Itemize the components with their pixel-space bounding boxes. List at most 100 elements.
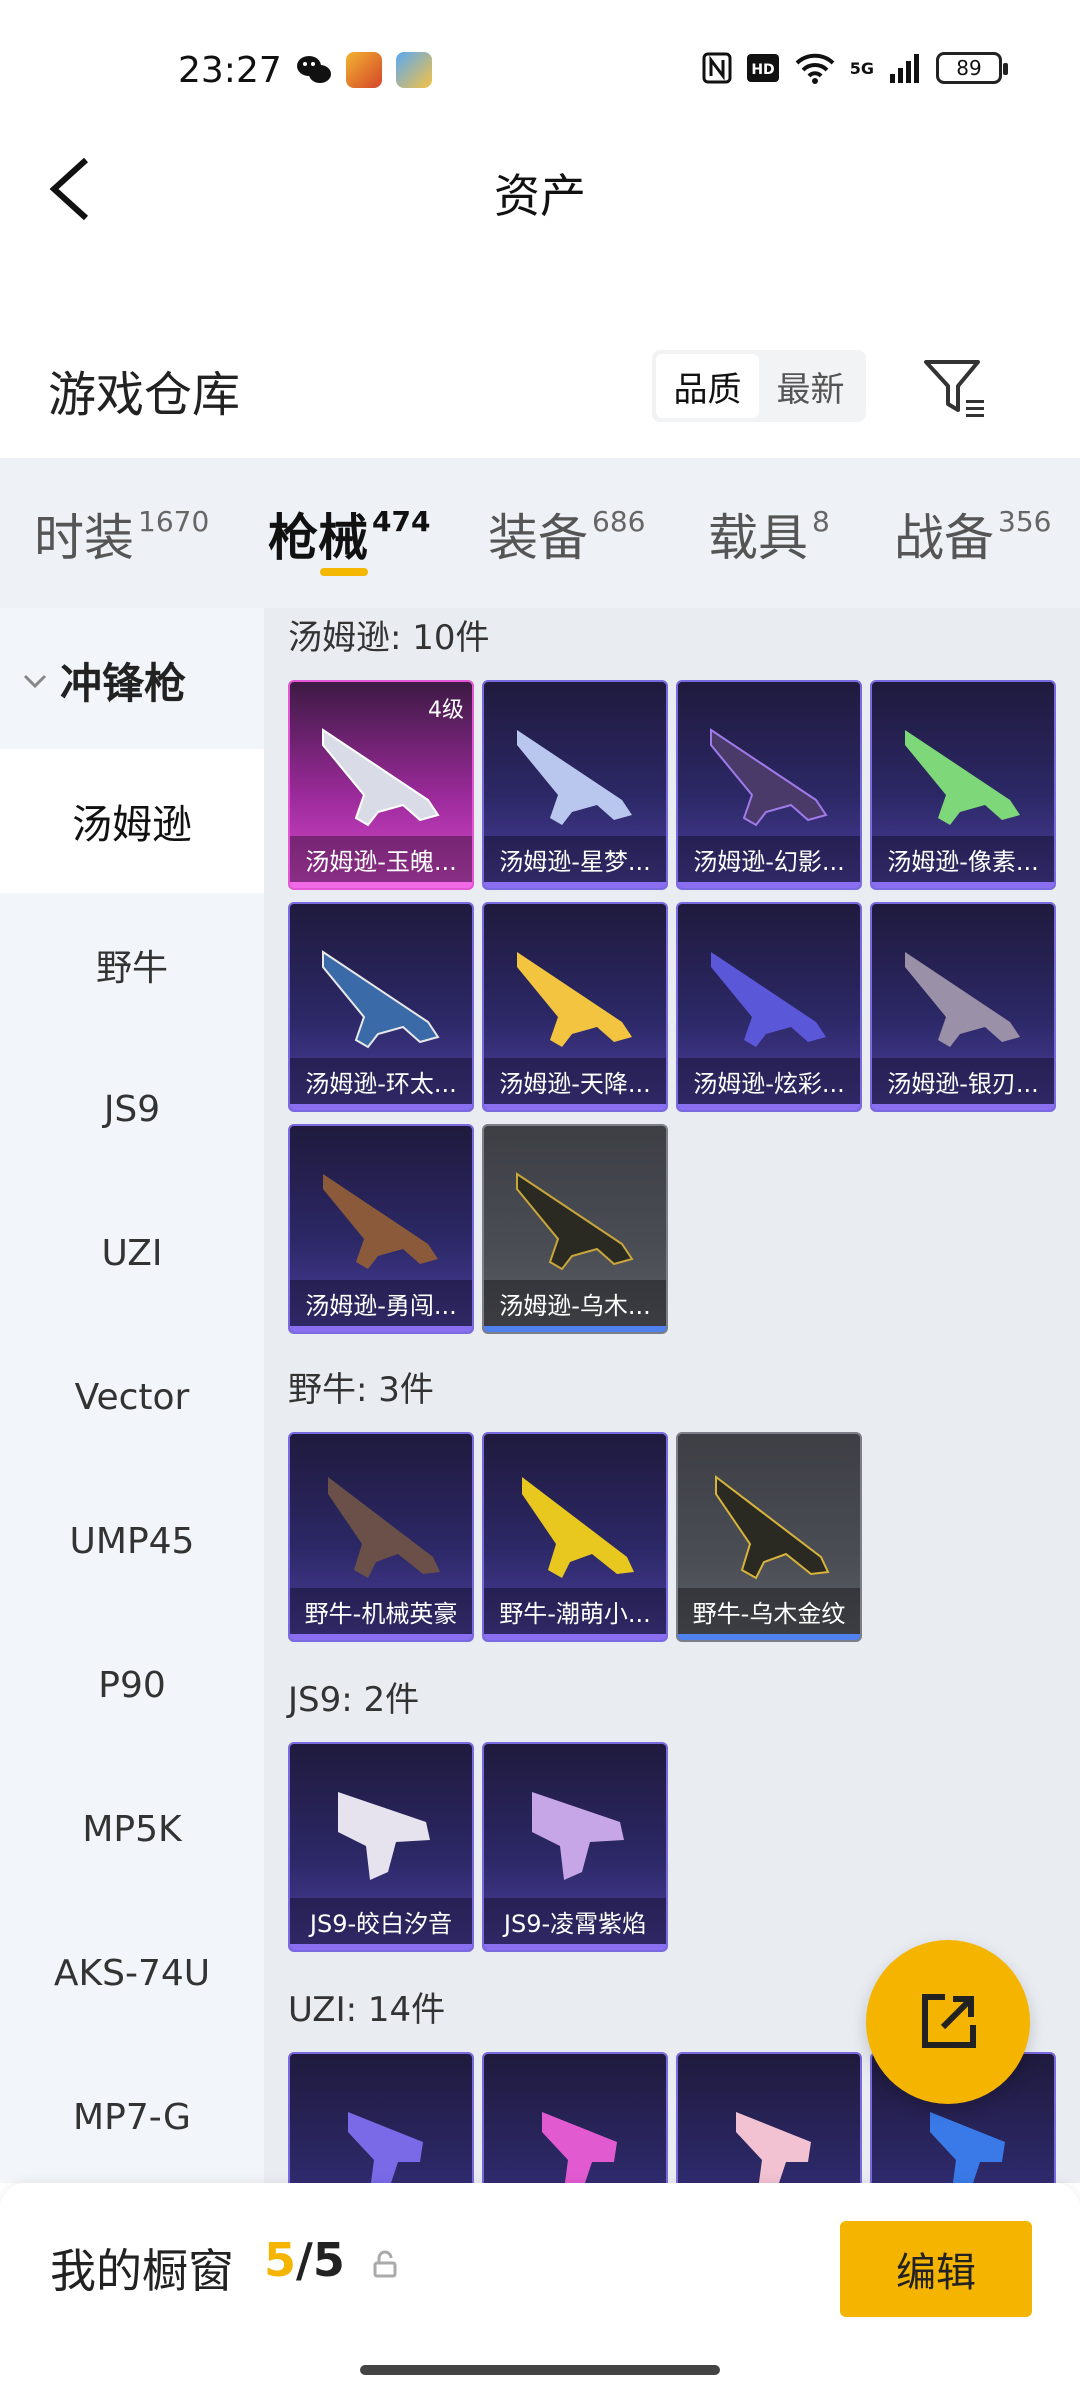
item-label: JS9-皎白汐音: [290, 1898, 472, 1944]
group-title-bizon: 野牛: 3件: [288, 1370, 434, 1410]
level-badge: 4级: [428, 698, 464, 723]
weapon-skin-icon: [517, 730, 632, 825]
sidebar-item-js9[interactable]: JS9: [0, 1037, 264, 1181]
showcase-count: 5/5: [264, 2233, 345, 2287]
item-label: 汤姆逊-乌木...: [484, 1280, 666, 1326]
sidebar-item-ump45[interactable]: UMP45: [0, 1469, 264, 1613]
item-card[interactable]: 汤姆逊-像素...: [870, 680, 1056, 890]
sidebar-item-p90[interactable]: P90: [0, 1613, 264, 1757]
item-label: 汤姆逊-像素...: [872, 836, 1054, 882]
wechat-icon: [297, 56, 331, 83]
sidebar-item-uzi[interactable]: UZI: [0, 1181, 264, 1325]
item-label: 汤姆逊-环太...: [290, 1058, 472, 1104]
item-card[interactable]: 汤姆逊-天降...: [482, 902, 668, 1112]
filter-button[interactable]: [920, 352, 990, 422]
weapon-skin-icon: [323, 1174, 438, 1269]
tab-fashion[interactable]: 时装 1670: [34, 498, 209, 570]
tab-label: 枪械: [268, 509, 368, 567]
item-label: 汤姆逊-银刃...: [872, 1058, 1054, 1104]
item-card[interactable]: 汤姆逊-炫彩...: [676, 902, 862, 1112]
item-label: 汤姆逊-勇闯...: [290, 1280, 472, 1326]
game-app-icon: [346, 52, 382, 88]
sidebar-item-aks74u[interactable]: AKS-74U: [0, 1901, 264, 2045]
showcase-title: 我的橱窗: [50, 2244, 234, 2298]
edit-button[interactable]: 编辑: [840, 2221, 1032, 2317]
sidebar-item-mp7g[interactable]: MP7-G: [0, 2045, 264, 2189]
item-card[interactable]: JS9-皎白汐音: [288, 1742, 474, 1952]
weapon-skin-icon: [710, 728, 828, 827]
signal-icon: [890, 54, 919, 83]
tab-count: 1670: [138, 505, 210, 538]
tab-label: 装备: [488, 509, 588, 567]
weapon-skin-icon: [338, 1792, 430, 1880]
item-card[interactable]: 汤姆逊-银刃...: [870, 902, 1056, 1112]
weapon-skin-icon: [711, 952, 826, 1047]
tab-label: 战备: [894, 509, 994, 567]
item-card[interactable]: 4级 汤姆逊-玉魄...: [288, 680, 474, 890]
showcase-current: 5: [264, 2233, 297, 2287]
showcase-total: 5: [312, 2233, 345, 2287]
item-card[interactable]: [288, 2052, 474, 2183]
weapon-skin-icon: [905, 952, 1020, 1047]
sidebar-item-thompson[interactable]: 汤姆逊: [0, 749, 264, 893]
item-card[interactable]: 汤姆逊-环太...: [288, 902, 474, 1112]
item-label: 野牛-乌木金纹: [678, 1588, 860, 1634]
status-app-icons: [296, 52, 432, 88]
status-indicators: HD 5G 89: [702, 52, 1008, 84]
item-card[interactable]: 汤姆逊-星梦...: [482, 680, 668, 890]
item-label: 野牛-潮萌小...: [484, 1588, 666, 1634]
weapon-skin-icon: [516, 1172, 634, 1271]
network-type: 5G: [849, 58, 874, 78]
tab-count: 356: [998, 505, 1052, 538]
group-title-js9: JS9: 2件: [288, 1680, 420, 1720]
item-card[interactable]: 汤姆逊-幻影...: [676, 680, 862, 890]
sidebar-group-smg[interactable]: 冲锋枪: [20, 650, 186, 711]
item-card[interactable]: 汤姆逊-乌木...: [482, 1124, 668, 1334]
sort-toggle: 品质 最新: [652, 350, 866, 422]
tab-firearms[interactable]: 枪械 474: [268, 498, 430, 570]
tab-count: 686: [592, 505, 646, 538]
tab-tactical[interactable]: 战备 356: [894, 498, 1051, 570]
item-card[interactable]: [482, 2052, 668, 2183]
hd-icon: HD: [746, 54, 779, 82]
item-card[interactable]: 野牛-机械英豪: [288, 1432, 474, 1642]
weapon-skin-icon: [522, 1477, 634, 1578]
sidebar-item-bizon[interactable]: 野牛: [0, 893, 264, 1037]
lock-icon: [373, 2250, 397, 2278]
sidebar-group-label: 冲锋枪: [60, 659, 187, 708]
share-icon: [922, 1994, 976, 2048]
sidebar-item-mp5k[interactable]: MP5K: [0, 1757, 264, 1901]
item-card[interactable]: 汤姆逊-勇闯...: [288, 1124, 474, 1334]
chevron-down-icon: [23, 674, 47, 688]
category-tabs: 时装 1670 枪械 474 装备 686 载具 8 战备 356: [0, 458, 1080, 608]
weapon-skin-icon: [328, 1477, 440, 1578]
weapon-skin-icon: [322, 950, 440, 1049]
item-label: 汤姆逊-玉魄...: [290, 836, 472, 882]
sort-quality-option[interactable]: 品质: [656, 354, 759, 418]
showcase-separator: /: [296, 2233, 313, 2287]
item-card[interactable]: 野牛-潮萌小...: [482, 1432, 668, 1642]
battery-indicator: 89: [936, 52, 1008, 84]
tab-count: 8: [812, 505, 830, 538]
weapon-type-sidebar: 冲锋枪 汤姆逊 野牛 JS9 UZI Vector UMP45 P90 MP5K…: [0, 608, 264, 2183]
tab-label: 载具: [708, 509, 808, 567]
tab-vehicles[interactable]: 载具 8: [708, 498, 830, 570]
weapon-skin-icon: [542, 2112, 617, 2183]
item-label: 野牛-机械英豪: [290, 1588, 472, 1634]
weapon-skin-icon: [905, 730, 1020, 825]
status-bar: 23:27 HD 5G 89: [0, 0, 1080, 140]
sidebar-item-vector[interactable]: Vector: [0, 1325, 264, 1469]
sort-latest-option[interactable]: 最新: [759, 354, 862, 418]
page-title: 资产: [494, 169, 586, 223]
battery-level: 89: [956, 56, 982, 80]
share-button[interactable]: [866, 1940, 1030, 2104]
tab-equipment[interactable]: 装备 686: [488, 498, 645, 570]
group-title-uzi: UZI: 14件: [288, 1990, 446, 2030]
nfc-icon: [702, 52, 732, 84]
item-label: JS9-凌霄紫焰: [484, 1898, 666, 1944]
home-indicator[interactable]: [360, 2365, 720, 2375]
item-card[interactable]: JS9-凌霄紫焰: [482, 1742, 668, 1952]
item-card[interactable]: [676, 2052, 862, 2183]
item-card[interactable]: 野牛-乌木金纹: [676, 1432, 862, 1642]
filter-icon: [924, 360, 984, 417]
